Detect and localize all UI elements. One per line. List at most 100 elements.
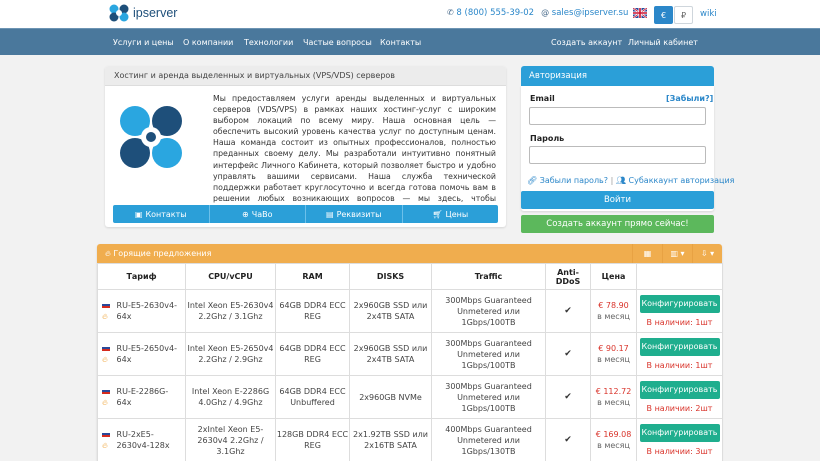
nav-about[interactable]: О компании [183, 38, 233, 47]
site-logo[interactable]: ipserver [108, 3, 177, 23]
wiki-link[interactable]: wiki [700, 9, 717, 19]
nav-faq[interactable]: Частые вопросы [303, 38, 372, 47]
price-cell: € 112.72 в месяц [590, 375, 637, 419]
email-field[interactable] [529, 107, 706, 125]
forgot-email-link[interactable]: [Забыли?] [666, 94, 713, 103]
offers-table: Тариф CPU/vCPU RAM DISKS Traffic Anti-DD… [97, 263, 723, 461]
currency-rub-button[interactable]: ₽ [674, 6, 693, 24]
tariff-name: RU-E-2286G-64x [116, 387, 169, 407]
price-value: € 169.08 [595, 430, 632, 439]
phone-link[interactable]: ✆ 8 (800) 555-39-02 [447, 8, 534, 18]
forgot-password-text: Забыли пароль? [539, 176, 609, 185]
availability: В наличии: 1шт [646, 360, 713, 370]
tab-label: ЧаВо [251, 209, 273, 219]
configure-button[interactable]: Конфигурировать [639, 380, 720, 399]
link-icon: 🔗︎ [527, 176, 538, 185]
hot-offers-panel: 🔥︎ Горящие предложения ▦ ▥ ▾ ⇩ ▾ Тариф C… [97, 244, 723, 461]
configure-button[interactable]: Конфигурировать [639, 294, 720, 313]
tariff-cell: 🔥︎ RU-2xE5-2630v4-128x [97, 418, 186, 461]
ru-flag-icon [102, 302, 110, 308]
subaccount-text: Субаккаунт авторизация [628, 176, 735, 185]
at-icon: @ [541, 8, 550, 17]
price-period: в месяц [597, 355, 630, 364]
tab-prices[interactable]: 🛒︎ Цены [403, 205, 499, 223]
contact-card-icon: ▣ [134, 209, 143, 219]
tab-requisites[interactable]: ▤ Реквизиты [306, 205, 403, 223]
table-header: Тариф CPU/vCPU RAM DISKS Traffic Anti-DD… [97, 263, 723, 290]
export-icon[interactable]: ⇩ ▾ [692, 244, 722, 263]
email-link[interactable]: @ sales@ipserver.su [541, 8, 628, 18]
tab-faq[interactable]: ⊕ ЧаВо [210, 205, 306, 223]
nav-personal-cabinet[interactable]: Личный кабинет [628, 38, 698, 47]
cpu-cell: Intel Xeon E5-2630v4 2.2Ghz / 3.1Ghz [185, 289, 276, 333]
col-ram[interactable]: RAM [275, 263, 350, 290]
nav-contacts[interactable]: Контакты [380, 38, 421, 47]
ru-flag-icon [102, 431, 110, 437]
ru-flag-icon [102, 388, 110, 394]
users-icon: 👥︎ [615, 176, 626, 185]
fire-icon: 🔥︎ [102, 441, 108, 450]
cpu-cell: Intel Xeon E5-2650v4 2.2Ghz / 2.9Ghz [185, 332, 276, 376]
table-row: 🔥︎ RU-2xE5-2630v4-128x 2xIntel Xeon E5-2… [97, 418, 723, 461]
nav-services[interactable]: Услуги и цены [113, 38, 174, 47]
ru-flag-icon [102, 345, 110, 351]
price-value: € 112.72 [595, 387, 632, 396]
disks-cell: 2x960GB NVMe [349, 375, 432, 419]
price-period: в месяц [597, 398, 630, 407]
fire-icon: 🔥︎ [102, 355, 108, 364]
tariff-cell: 🔥︎ RU-E5-2630v4-64x [97, 289, 186, 333]
fire-icon: 🔥︎ [105, 249, 111, 258]
price-period: в месяц [597, 312, 630, 321]
hot-offers-header: 🔥︎ Горящие предложения ▦ ▥ ▾ ⇩ ▾ [97, 244, 722, 263]
availability: В наличии: 1шт [646, 317, 713, 327]
location-icons: 🔥︎ [102, 386, 114, 408]
configure-button[interactable]: Конфигурировать [639, 423, 720, 442]
top-bar: ipserver ✆ 8 (800) 555-39-02 @ sales@ips… [0, 0, 820, 28]
lifebuoy-icon: ⊕ [242, 209, 249, 219]
nav-technologies[interactable]: Технологии [244, 38, 293, 47]
logo-icon [109, 4, 129, 22]
create-account-button[interactable]: Создать аккаунт прямо сейчас! [521, 215, 714, 233]
phone-icon: ✆ [447, 8, 454, 17]
uk-flag-icon[interactable] [633, 8, 647, 18]
price-period: в месяц [597, 441, 630, 450]
col-traffic[interactable]: Traffic [431, 263, 546, 290]
ram-cell: 64GB DDR4 ECC REG [275, 289, 350, 333]
table-row: 🔥︎ RU-E5-2650v4-64x Intel Xeon E5-2650v4… [97, 332, 723, 376]
tab-contacts[interactable]: ▣ Контакты [113, 205, 210, 223]
check-icon: ✔ [564, 306, 572, 316]
anti-ddos-cell: ✔ [545, 332, 591, 376]
tab-label: Цены [445, 209, 469, 219]
auth-title: Авторизация [521, 66, 714, 86]
subaccount-link[interactable]: 👥︎ Субаккаунт авторизация [616, 176, 735, 185]
disks-cell: 2x1.92TB SSD или 2x16TB SATA [349, 418, 432, 461]
email-label: Email [530, 94, 555, 103]
col-anti-ddos[interactable]: Anti-DDoS [545, 263, 591, 290]
actions-cell: Конфигурировать В наличии: 2шт [636, 375, 723, 419]
fire-icon: 🔥︎ [102, 312, 108, 321]
location-icons: 🔥︎ [102, 429, 114, 451]
configure-button[interactable]: Конфигурировать [639, 337, 720, 356]
cart-icon: 🛒︎ [432, 209, 443, 219]
password-field[interactable] [529, 146, 706, 164]
anti-ddos-cell: ✔ [545, 418, 591, 461]
col-price[interactable]: Цена [590, 263, 637, 290]
nav-create-account[interactable]: Создать аккаунт [551, 38, 622, 47]
calendar-icon[interactable]: ▦ [632, 244, 662, 263]
actions-cell: Конфигурировать В наличии: 1шт [636, 289, 723, 333]
about-panel: Хостинг и аренда выделенных и виртуальны… [105, 66, 506, 227]
table-tools: ▦ ▥ ▾ ⇩ ▾ [632, 244, 722, 263]
columns-icon[interactable]: ▥ ▾ [662, 244, 692, 263]
login-button[interactable]: Войти [521, 191, 714, 209]
traffic-cell: 400Mbps Guaranteed Unmetered или 1Gbps/1… [431, 418, 546, 461]
tab-label: Контакты [145, 209, 187, 219]
col-cpu[interactable]: CPU/vCPU [185, 263, 276, 290]
ram-cell: 64GB DDR4 ECC Unbuffered [275, 375, 350, 419]
disks-cell: 2x960GB SSD или 2x4TB SATA [349, 289, 432, 333]
col-disks[interactable]: DISKS [349, 263, 432, 290]
forgot-password-link[interactable]: 🔗︎ Забыли пароль? [527, 176, 608, 185]
col-tariff[interactable]: Тариф [97, 263, 186, 290]
auth-links: 🔗︎ Забыли пароль? | 👥︎ Субаккаунт автори… [527, 176, 734, 185]
fire-icon: 🔥︎ [102, 398, 108, 407]
currency-eur-button[interactable]: € [654, 6, 673, 24]
